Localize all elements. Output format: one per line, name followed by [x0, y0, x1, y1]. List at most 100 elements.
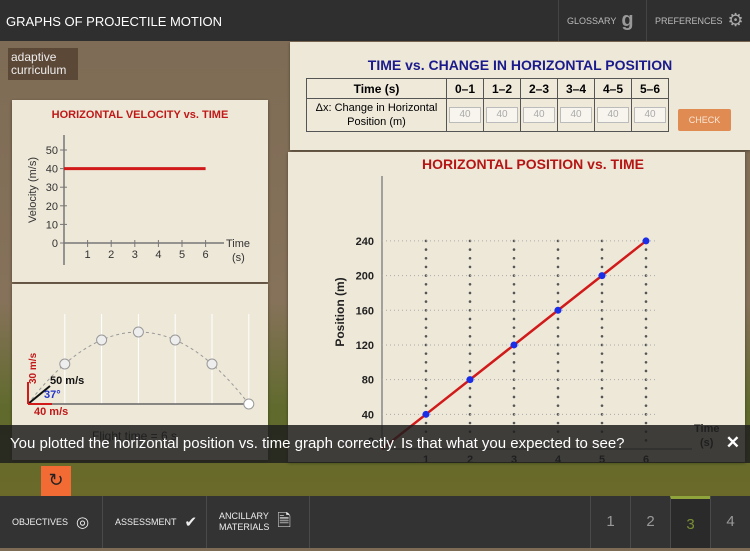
- page-2[interactable]: 2: [630, 496, 670, 548]
- page-3[interactable]: 3: [670, 496, 710, 548]
- data-point: [598, 272, 606, 280]
- grid-dot: [424, 369, 428, 373]
- check-button[interactable]: CHECK: [678, 109, 731, 131]
- grid-dot: [556, 361, 560, 364]
- grid-dot: [600, 395, 604, 399]
- dx-input[interactable]: 40: [560, 107, 592, 123]
- grid-dot: [424, 282, 428, 286]
- grid-dot: [468, 404, 472, 407]
- grid-dot: [424, 404, 428, 407]
- target-icon: ◎: [76, 514, 90, 531]
- bottom-nav: OBJECTIVES ◎ ASSESSMENT ✔ ANCILLARY MATERIA…: [0, 496, 750, 548]
- dx-input[interactable]: 40: [634, 107, 666, 123]
- grid-dot: [644, 387, 648, 390]
- dx-input[interactable]: 40: [449, 107, 481, 123]
- grid-dot: [556, 326, 560, 329]
- row-label: Δx: Change in Horizontal Position (m): [306, 98, 447, 132]
- grid-dot: [556, 352, 560, 355]
- velocity-chart: HORIZONTAL VELOCITY vs. TIME 0 10 20 30 40 50 1…: [27, 109, 250, 265]
- checkmark-icon: ✔: [184, 514, 198, 531]
- ancillary-line2: MATERIALS: [219, 522, 270, 532]
- dx-input[interactable]: 40: [523, 107, 555, 123]
- y-tick-label: 30: [46, 182, 58, 194]
- grid-dot: [424, 291, 428, 295]
- grid-dot: [556, 256, 560, 260]
- y-tick-label: 50: [46, 145, 58, 157]
- ancillary-line1: ANCILLARY: [219, 511, 269, 521]
- grid-dot: [600, 421, 604, 425]
- grid-dot: [468, 265, 472, 269]
- y-tick-label: 160: [356, 305, 374, 317]
- table-title: TIME vs. CHANGE IN HORIZONTAL POSITION: [367, 57, 673, 73]
- glossary-label: GLOSSARY: [567, 15, 617, 26]
- reset-icon: ↻: [48, 470, 64, 490]
- grid-dot: [600, 256, 604, 260]
- document-icon: 🗎: [277, 510, 292, 530]
- data-point: [422, 410, 430, 418]
- y-tick-label: 10: [46, 219, 58, 231]
- y-tick-label: 0: [52, 238, 58, 250]
- ball-position: [206, 358, 218, 370]
- grid-dot: [600, 369, 604, 373]
- glossary-button[interactable]: GLOSSARY g: [558, 0, 646, 41]
- x-tick-label: 3: [132, 249, 138, 261]
- grid-dot: [468, 248, 472, 251]
- grid-dot: [512, 369, 516, 373]
- grid-dot: [512, 282, 516, 286]
- preferences-button[interactable]: PREFERENCES ⚙: [646, 0, 750, 41]
- grid-dot: [468, 352, 472, 355]
- ball-position: [96, 334, 108, 346]
- page-1[interactable]: 1: [590, 496, 630, 548]
- grid-dot: [512, 421, 516, 425]
- ball-position: [169, 334, 181, 346]
- ancillary-materials-button[interactable]: ANCILLARY MATERIALS 🗎: [207, 496, 310, 548]
- app-title: GRAPHS OF PROJECTILE MOTION: [6, 14, 222, 29]
- v-label: 50 m/s: [50, 375, 84, 387]
- logo-line2: curriculum: [11, 63, 67, 77]
- reset-button[interactable]: ↻: [41, 466, 71, 496]
- angle-label: 37°: [44, 389, 61, 401]
- y-tick-label: 120: [356, 340, 374, 352]
- grid-dot: [600, 282, 604, 286]
- x-tick-label: 4: [155, 249, 161, 261]
- x-tick-label: 1: [85, 249, 91, 261]
- grid-dot: [644, 334, 648, 338]
- interval-header: 0–1: [446, 78, 484, 99]
- interval-header: 5–6: [631, 78, 669, 99]
- grid-dot: [468, 300, 472, 303]
- close-icon[interactable]: ✕: [726, 433, 740, 453]
- grid-dot: [468, 387, 472, 390]
- grid-dot: [600, 317, 604, 321]
- top-bar: GRAPHS OF PROJECTILE MOTION GLOSSARY g PR…: [0, 0, 750, 41]
- grid-dot: [600, 404, 604, 407]
- glossary-icon: g: [621, 9, 634, 31]
- grid-dot: [600, 352, 604, 355]
- grid-dot: [600, 334, 604, 338]
- grid-dot: [468, 334, 472, 338]
- page-4[interactable]: 4: [710, 496, 750, 548]
- dx-input[interactable]: 40: [486, 107, 518, 123]
- assessment-button[interactable]: ASSESSMENT ✔: [103, 496, 207, 548]
- data-point: [642, 237, 650, 245]
- table-header: Time (s): [306, 78, 447, 99]
- grid-dot: [512, 300, 516, 303]
- grid-dot: [644, 248, 648, 251]
- grid-dot: [512, 291, 516, 295]
- grid-dot: [424, 421, 428, 425]
- grid-dot: [424, 395, 428, 399]
- grid-dot: [644, 326, 648, 329]
- grid-dot: [424, 248, 428, 251]
- interval-header: 3–4: [557, 78, 595, 99]
- grid-dot: [512, 317, 516, 321]
- grid-dot: [556, 387, 560, 390]
- grid-dot: [556, 404, 560, 407]
- grid-dot: [556, 421, 560, 425]
- grid-dot: [468, 317, 472, 321]
- grid-dot: [512, 248, 516, 251]
- dx-input[interactable]: 40: [597, 107, 629, 123]
- y-tick-label: 240: [356, 236, 374, 248]
- y-tick-label: 80: [362, 375, 374, 387]
- grid-dot: [556, 317, 560, 321]
- objectives-button[interactable]: OBJECTIVES ◎: [0, 496, 103, 548]
- y-axis-label: Position (m): [333, 277, 347, 346]
